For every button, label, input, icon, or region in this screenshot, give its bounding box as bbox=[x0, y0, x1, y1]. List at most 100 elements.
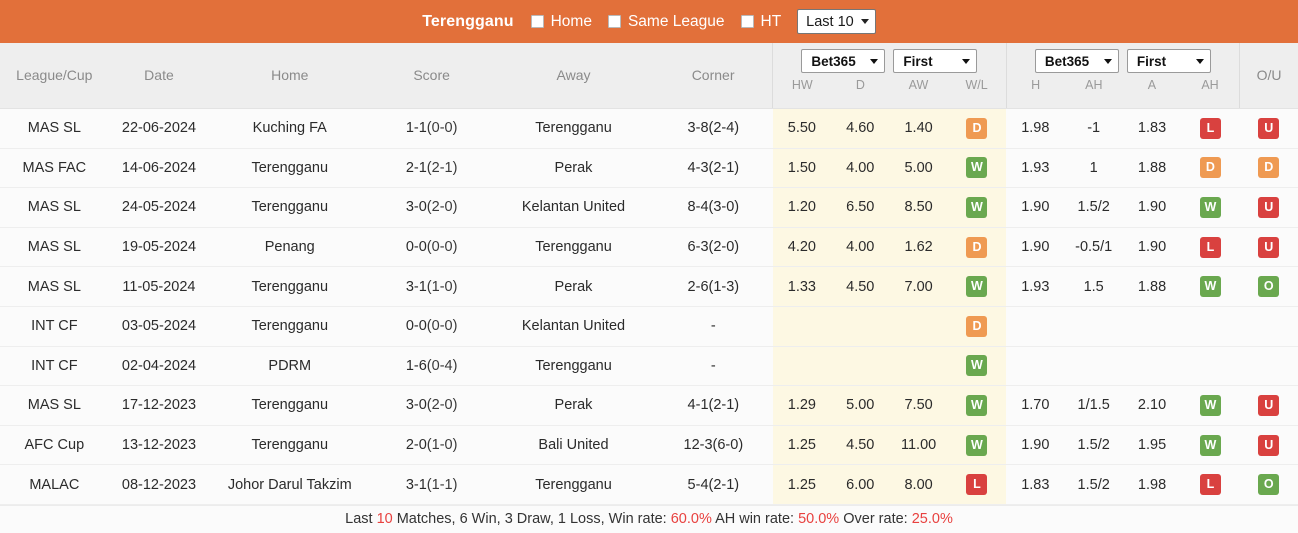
filter-ht[interactable]: HT bbox=[740, 13, 781, 31]
cell-corner: 2-6(1-3) bbox=[653, 266, 773, 307]
cell-away-team[interactable]: Terengganu bbox=[493, 108, 654, 149]
cell-ah-line: -0.5/1 bbox=[1064, 227, 1123, 268]
cell-away-team[interactable]: Terengganu bbox=[493, 346, 654, 387]
col-header-league[interactable]: League/Cup bbox=[0, 43, 109, 109]
cell-ah-h: 1.83 bbox=[1006, 464, 1065, 505]
table-row[interactable]: MAS SL 22-06-2024 Kuching FA 1-1(0-0) Tereng… bbox=[0, 108, 1298, 149]
bookmaker-select-2[interactable]: Bet365 bbox=[1034, 49, 1119, 73]
cell-score[interactable]: 3-1(1-0) bbox=[370, 266, 493, 307]
summary-footer: Last 10 Matches, 6 Win, 3 Draw, 1 Loss, … bbox=[0, 504, 1298, 533]
table-row[interactable]: MAS SL 19-05-2024 Penang 0-0(0-0) Terengganu… bbox=[0, 227, 1298, 268]
filter-home[interactable]: Home bbox=[530, 12, 592, 31]
cell-ah-result: L bbox=[1181, 464, 1240, 505]
cell-home-team[interactable]: Johor Darul Takzim bbox=[209, 464, 371, 505]
col-header-score[interactable]: Score bbox=[370, 43, 493, 109]
match-rows: MAS SL 22-06-2024 Kuching FA 1-1(0-0) Tereng… bbox=[0, 108, 1298, 505]
col-header-ou[interactable]: O/U bbox=[1239, 43, 1298, 109]
cell-home-team[interactable]: Terengganu bbox=[209, 148, 371, 189]
table-row[interactable]: MAS SL 11-05-2024 Terengganu 3-1(1-0) Perak 2… bbox=[0, 266, 1298, 307]
table-row[interactable]: AFC Cup 13-12-2023 Terengganu 2-0(1-0) Bali … bbox=[0, 425, 1298, 466]
cell-league[interactable]: AFC Cup bbox=[0, 425, 109, 466]
cell-ah-result: L bbox=[1181, 108, 1240, 149]
cell-league[interactable]: MAS FAC bbox=[0, 148, 109, 189]
cell-away-team[interactable]: Kelantan United bbox=[493, 306, 654, 347]
cell-ou-result: U bbox=[1239, 425, 1298, 466]
cell-score[interactable]: 3-0(2-0) bbox=[370, 187, 493, 228]
cell-home-team[interactable]: Kuching FA bbox=[209, 108, 371, 149]
cell-home-team[interactable]: Terengganu bbox=[209, 187, 371, 228]
cell-ah-line: 1 bbox=[1064, 148, 1123, 189]
table-row[interactable]: MAS FAC 14-06-2024 Terengganu 2-1(2-1) Perak… bbox=[0, 148, 1298, 189]
summary-ah-label: AH win rate: bbox=[711, 511, 799, 528]
cell-date: 17-12-2023 bbox=[108, 385, 210, 426]
col-header-home[interactable]: Home bbox=[209, 43, 371, 109]
cell-score[interactable]: 1-1(0-0) bbox=[370, 108, 493, 149]
cell-odds-d: 4.50 bbox=[831, 425, 890, 466]
badge-w: W bbox=[966, 434, 988, 456]
cell-ah-result: W bbox=[1181, 266, 1240, 307]
cell-score[interactable]: 1-6(0-4) bbox=[370, 346, 493, 387]
cell-league[interactable]: MAS SL bbox=[0, 385, 109, 426]
cell-ah-line: 1.5 bbox=[1064, 266, 1123, 307]
table-row[interactable]: INT CF 03-05-2024 Terengganu 0-0(0-0) Kelant… bbox=[0, 306, 1298, 347]
cell-odds-d: 6.50 bbox=[831, 187, 890, 228]
match-range-select[interactable]: Last 10 bbox=[797, 9, 876, 34]
table-row[interactable]: MAS SL 24-05-2024 Terengganu 3-0(2-0) Kelant… bbox=[0, 187, 1298, 228]
cell-away-team[interactable]: Perak bbox=[493, 148, 654, 189]
cell-odds-d: 4.00 bbox=[831, 227, 890, 268]
cell-odds-aw: 8.50 bbox=[889, 187, 948, 228]
cell-league[interactable]: MAS SL bbox=[0, 227, 109, 268]
col-header-wl: W/L bbox=[965, 78, 988, 92]
cell-home-team[interactable]: Terengganu bbox=[209, 425, 371, 466]
table-row[interactable]: INT CF 02-04-2024 PDRM 1-6(0-4) Terengganu - W bbox=[0, 346, 1298, 387]
cell-league[interactable]: INT CF bbox=[0, 346, 109, 387]
cell-score[interactable]: 3-1(1-1) bbox=[370, 464, 493, 505]
cell-result-wl: W bbox=[947, 385, 1007, 426]
col-header-corner[interactable]: Corner bbox=[653, 43, 773, 109]
phase-select-1[interactable]: First bbox=[893, 49, 978, 73]
cell-home-team[interactable]: PDRM bbox=[209, 346, 371, 387]
bookmaker-select-1[interactable]: Bet365 bbox=[801, 49, 886, 73]
cell-corner: 8-4(3-0) bbox=[653, 187, 773, 228]
col-header-away[interactable]: Away bbox=[493, 43, 654, 109]
cell-away-team[interactable]: Terengganu bbox=[493, 227, 654, 268]
cell-score[interactable]: 0-0(0-0) bbox=[370, 227, 493, 268]
badge-w: W bbox=[966, 157, 988, 179]
cell-away-team[interactable]: Perak bbox=[493, 266, 654, 307]
cell-league[interactable]: INT CF bbox=[0, 306, 109, 347]
checkbox-ht[interactable] bbox=[740, 15, 754, 28]
cell-score[interactable]: 3-0(2-0) bbox=[370, 385, 493, 426]
cell-ou-result: U bbox=[1239, 385, 1298, 426]
cell-league[interactable]: MAS SL bbox=[0, 187, 109, 228]
cell-away-team[interactable]: Perak bbox=[493, 385, 654, 426]
filter-home-label: Home bbox=[550, 12, 592, 30]
col-header-hw: HW bbox=[791, 78, 813, 92]
cell-away-team[interactable]: Kelantan United bbox=[493, 187, 654, 228]
cell-away-team[interactable]: Bali United bbox=[493, 425, 654, 466]
phase-select-2[interactable]: First bbox=[1126, 49, 1211, 73]
cell-home-team[interactable]: Terengganu bbox=[209, 266, 371, 307]
cell-result-wl: W bbox=[947, 266, 1007, 307]
cell-home-team[interactable]: Terengganu bbox=[209, 385, 371, 426]
badge-w: W bbox=[966, 196, 988, 218]
checkbox-home[interactable] bbox=[530, 15, 544, 28]
cell-odds-hw: 5.50 bbox=[772, 108, 832, 149]
cell-score[interactable]: 2-1(2-1) bbox=[370, 148, 493, 189]
col-header-date[interactable]: Date bbox=[108, 43, 210, 109]
cell-league[interactable]: MAS SL bbox=[0, 108, 109, 149]
cell-ou-result bbox=[1239, 346, 1298, 387]
checkbox-same-league[interactable] bbox=[607, 15, 621, 28]
cell-date: 22-06-2024 bbox=[108, 108, 210, 149]
cell-home-team[interactable]: Penang bbox=[209, 227, 371, 268]
cell-league[interactable]: MAS SL bbox=[0, 266, 109, 307]
table-row[interactable]: MAS SL 17-12-2023 Terengganu 3-0(2-0) Perak 4… bbox=[0, 385, 1298, 426]
match-range-value: Last 10 bbox=[806, 13, 854, 30]
cell-score[interactable]: 0-0(0-0) bbox=[370, 306, 493, 347]
cell-ah-result: W bbox=[1181, 187, 1240, 228]
cell-home-team[interactable]: Terengganu bbox=[209, 306, 371, 347]
cell-league[interactable]: MALAC bbox=[0, 464, 109, 505]
cell-away-team[interactable]: Terengganu bbox=[493, 464, 654, 505]
filter-same-league[interactable]: Same League bbox=[607, 13, 725, 31]
table-row[interactable]: MALAC 08-12-2023 Johor Darul Takzim 3-1(1-1… bbox=[0, 464, 1298, 505]
cell-score[interactable]: 2-0(1-0) bbox=[370, 425, 493, 466]
